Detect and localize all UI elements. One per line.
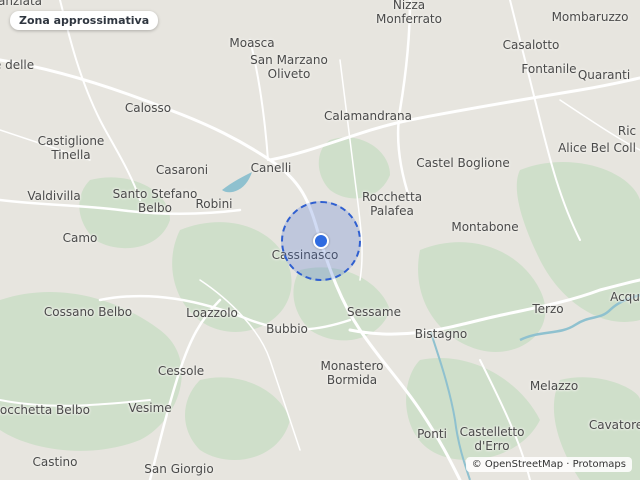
place-label: Castel Boglione bbox=[416, 156, 510, 170]
place-label: San Giorgio bbox=[144, 462, 214, 476]
place-label: Mombaruzzo bbox=[551, 10, 629, 24]
place-label: Cessole bbox=[157, 364, 205, 378]
place-label: Calamandrana bbox=[324, 109, 412, 123]
place-label: Santo Stefano Belbo bbox=[112, 187, 198, 215]
place-label: Robini bbox=[195, 197, 233, 211]
place-label: Rocchetta Palafea bbox=[361, 190, 423, 218]
place-label: Valdivilla bbox=[27, 189, 81, 203]
place-label: Fontanile bbox=[521, 62, 577, 76]
place-label: Acqu bbox=[610, 290, 640, 304]
map-view[interactable]: Nizza Monferrato Mombaruzzo Moasca San Marza… bbox=[0, 0, 640, 480]
place-label: Bubbio bbox=[266, 322, 308, 336]
place-label: Rocchetta Belbo bbox=[0, 403, 90, 417]
place-label: San Marzano Oliveto bbox=[250, 53, 328, 81]
place-label: Cavatore bbox=[588, 418, 640, 432]
map-attribution[interactable]: © OpenStreetMap · Protomaps bbox=[465, 457, 632, 472]
lake bbox=[222, 172, 252, 193]
place-label: Monastero Bormida bbox=[320, 359, 384, 387]
location-marker-icon[interactable] bbox=[313, 233, 329, 249]
place-label: Castelletto d'Erro bbox=[459, 425, 525, 453]
place-label: Cossano Belbo bbox=[43, 305, 133, 319]
place-label: Quaranti bbox=[577, 68, 631, 82]
place-label: Vesime bbox=[128, 401, 172, 415]
place-label: Loazzolo bbox=[186, 306, 238, 320]
place-label: Nizza Monferrato bbox=[376, 0, 442, 26]
place-label: Melazzo bbox=[529, 379, 579, 393]
place-label: e delle bbox=[0, 58, 35, 72]
place-label: Ric bbox=[617, 124, 637, 138]
place-label: Canelli bbox=[250, 161, 292, 175]
place-label: Ponti bbox=[417, 427, 447, 441]
place-label: Casalotto bbox=[502, 38, 560, 52]
place-label: Alice Bel Coll bbox=[558, 141, 636, 155]
place-label: Bistagno bbox=[414, 327, 468, 341]
place-label: Camo bbox=[62, 231, 98, 245]
place-label: Moasca bbox=[229, 36, 275, 50]
place-label: Castino bbox=[32, 455, 78, 469]
place-label: Montabone bbox=[451, 220, 519, 234]
place-label: Sessame bbox=[347, 305, 401, 319]
place-label: Castiglione Tinella bbox=[37, 134, 105, 162]
place-label: anziata bbox=[0, 0, 43, 8]
place-label: Terzo bbox=[532, 302, 564, 316]
approximate-zone-badge: Zona approssimativa bbox=[10, 11, 159, 30]
place-label: Calosso bbox=[124, 101, 172, 115]
place-label: Casaroni bbox=[155, 163, 209, 177]
